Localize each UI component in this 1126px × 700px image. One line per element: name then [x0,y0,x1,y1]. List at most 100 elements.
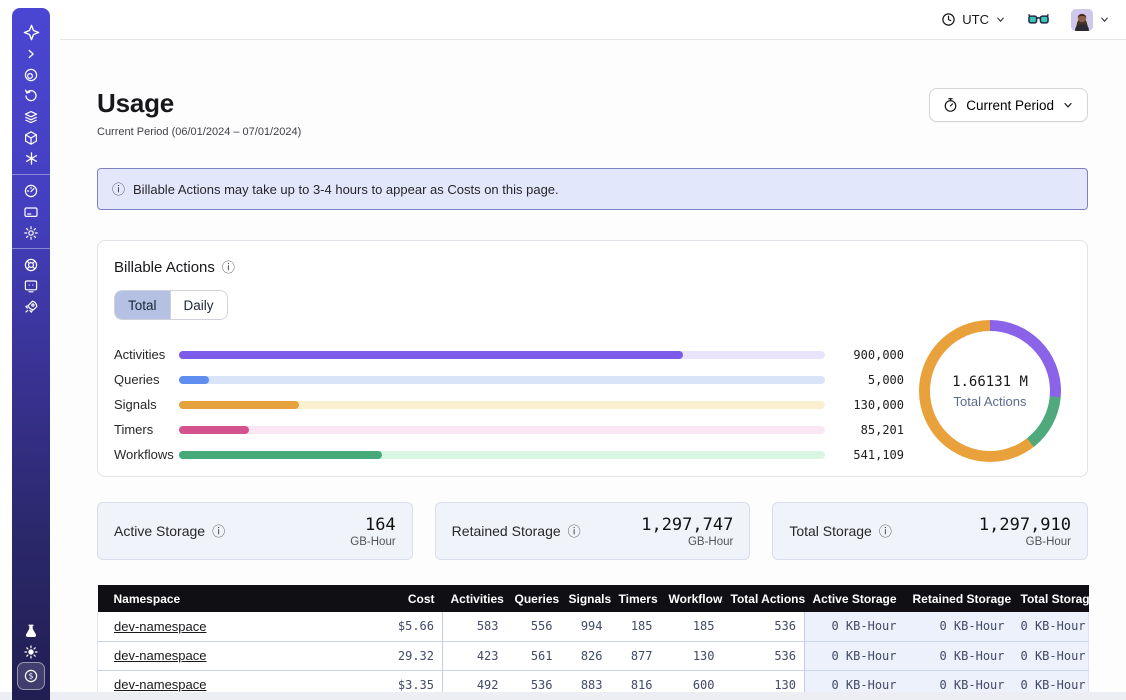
info-icon[interactable]: ⓘ [568,525,581,538]
tab-daily[interactable]: Daily [170,291,227,319]
namespace-link[interactable]: dev-namespace [114,619,207,634]
page-title: Usage [97,88,301,119]
layers-icon[interactable] [18,106,44,127]
storage-card-label: Active Storage ⓘ [114,523,225,539]
storage-card-total-storage: Total Storage ⓘ 1,297,910GB-Hour [772,502,1088,560]
info-banner: ⓘ Billable Actions may take up to 3-4 ho… [97,168,1088,210]
asterisk-icon[interactable] [18,148,44,169]
bottom-strip [0,692,1126,700]
sidebar-divider [12,174,50,175]
cell-retained_storage: 0 KB-Hour [905,612,1013,641]
temporal-logo-icon[interactable] [18,22,44,43]
column-header-total_storage: Total Storage [1013,585,1089,612]
cell-cost: $5.66 [353,612,443,641]
bar-row-workflows: Workflows541,109 [114,442,904,467]
storage-card-active-storage: Active Storage ⓘ164GB-Hour [97,502,413,560]
namespace-link[interactable]: dev-namespace [114,648,207,663]
column-header-activities: Activities [443,585,507,612]
bar-value: 130,000 [825,398,904,412]
cell-namespace: dev-namespace [98,612,353,641]
bar-label: Timers [114,422,179,437]
docs-monitor-icon[interactable] [18,275,44,296]
column-header-queries: Queries [507,585,561,612]
storage-card-value: 1,297,747 [641,515,733,535]
info-banner-text: Billable Actions may take up to 3-4 hour… [133,182,559,197]
bar-value: 5,000 [825,373,904,387]
period-dropdown-button[interactable]: Current Period [929,88,1088,122]
support-lifebuoy-icon[interactable] [18,254,44,275]
cell-queries: 561 [507,641,561,670]
cell-timers: 877 [611,641,661,670]
cell-namespace: dev-namespace [98,641,353,670]
timezone-selector[interactable]: UTC [941,12,1006,27]
rocket-icon[interactable] [18,296,44,317]
namespace-usage-table: NamespaceCostActivitiesQueriesSignalsTim… [97,585,1089,700]
column-header-timers: Timers [611,585,661,612]
donut-total-label: Total Actions [954,394,1027,409]
usage-billing-active-item[interactable]: $ [17,662,45,690]
labs-flask-icon[interactable] [18,620,44,641]
table-row: dev-namespace29.324235618268771305360 KB… [98,641,1089,670]
namespaces-icon[interactable] [18,64,44,85]
donut-total-value: 1.66131 M [952,374,1028,390]
cell-total_storage: 0 KB-Hour [1013,612,1089,641]
avatar [1071,9,1093,31]
column-header-workflows: Workflows [661,585,723,612]
info-icon[interactable]: ⓘ [879,525,892,538]
bar-track [179,451,825,459]
billable-actions-card: Billable Actions ⓘ TotalDaily Activities… [97,240,1088,477]
storage-card-unit: GB-Hour [350,536,395,548]
bar-value: 900,000 [825,348,904,362]
info-icon: ⓘ [112,183,125,196]
bar-fill [179,376,209,384]
bar-row-timers: Timers85,201 [114,417,904,442]
page-subtitle: Current Period (06/01/2024 – 07/01/2024) [97,126,301,138]
cell-total_actions: 536 [723,612,805,641]
cell-retained_storage: 0 KB-Hour [905,641,1013,670]
bar-fill [179,351,683,359]
theme-sun-icon[interactable] [18,641,44,662]
usage-gauge-icon[interactable] [18,180,44,201]
table-row: dev-namespace$5.665835569941851855360 KB… [98,612,1089,641]
cell-activities: 583 [443,612,507,641]
chevron-down-icon [1099,14,1110,25]
bar-row-queries: Queries5,000 [114,367,904,392]
tab-total[interactable]: Total [115,291,170,319]
settings-gear-icon[interactable] [18,222,44,243]
period-button-label: Current Period [966,98,1054,113]
main-content: Usage Current Period (06/01/2024 – 07/01… [50,40,1126,700]
namespace-link[interactable]: dev-namespace [114,677,207,692]
storage-card-unit: GB-Hour [979,536,1071,548]
column-header-total_actions: Total Actions [723,585,805,612]
clock-icon [941,12,956,27]
sidebar-divider [12,248,50,249]
billing-card-icon[interactable] [18,201,44,222]
bar-row-signals: Signals 130,000 [114,392,904,417]
timezone-label: UTC [962,12,989,27]
cell-workflows: 185 [661,612,723,641]
chevron-down-icon [995,14,1006,25]
billable-actions-title: Billable Actions [114,259,215,276]
info-icon[interactable]: ⓘ [222,261,235,274]
column-header-signals: Signals [561,585,611,612]
cell-cost: 29.32 [353,641,443,670]
cube-icon[interactable] [18,127,44,148]
info-icon[interactable]: ⓘ [212,525,225,538]
bar-fill [179,401,299,409]
cell-timers: 185 [611,612,661,641]
bar-track [179,401,825,409]
glasses-icon[interactable] [1028,12,1049,27]
storage-card-label: Total Storage ⓘ [789,523,892,539]
bar-label: Signals [114,397,179,412]
chevron-down-icon [1062,99,1074,111]
billable-view-tabs: TotalDaily [114,290,228,320]
bar-track [179,376,825,384]
storage-card-value: 1,297,910 [979,515,1071,535]
account-menu[interactable] [1071,9,1110,31]
history-icon[interactable] [18,85,44,106]
top-bar: UTC [60,0,1126,40]
expand-chevron-icon[interactable] [18,43,44,64]
storage-card-unit: GB-Hour [641,536,733,548]
bar-track [179,426,825,434]
column-header-active_storage: Active Storage [805,585,905,612]
